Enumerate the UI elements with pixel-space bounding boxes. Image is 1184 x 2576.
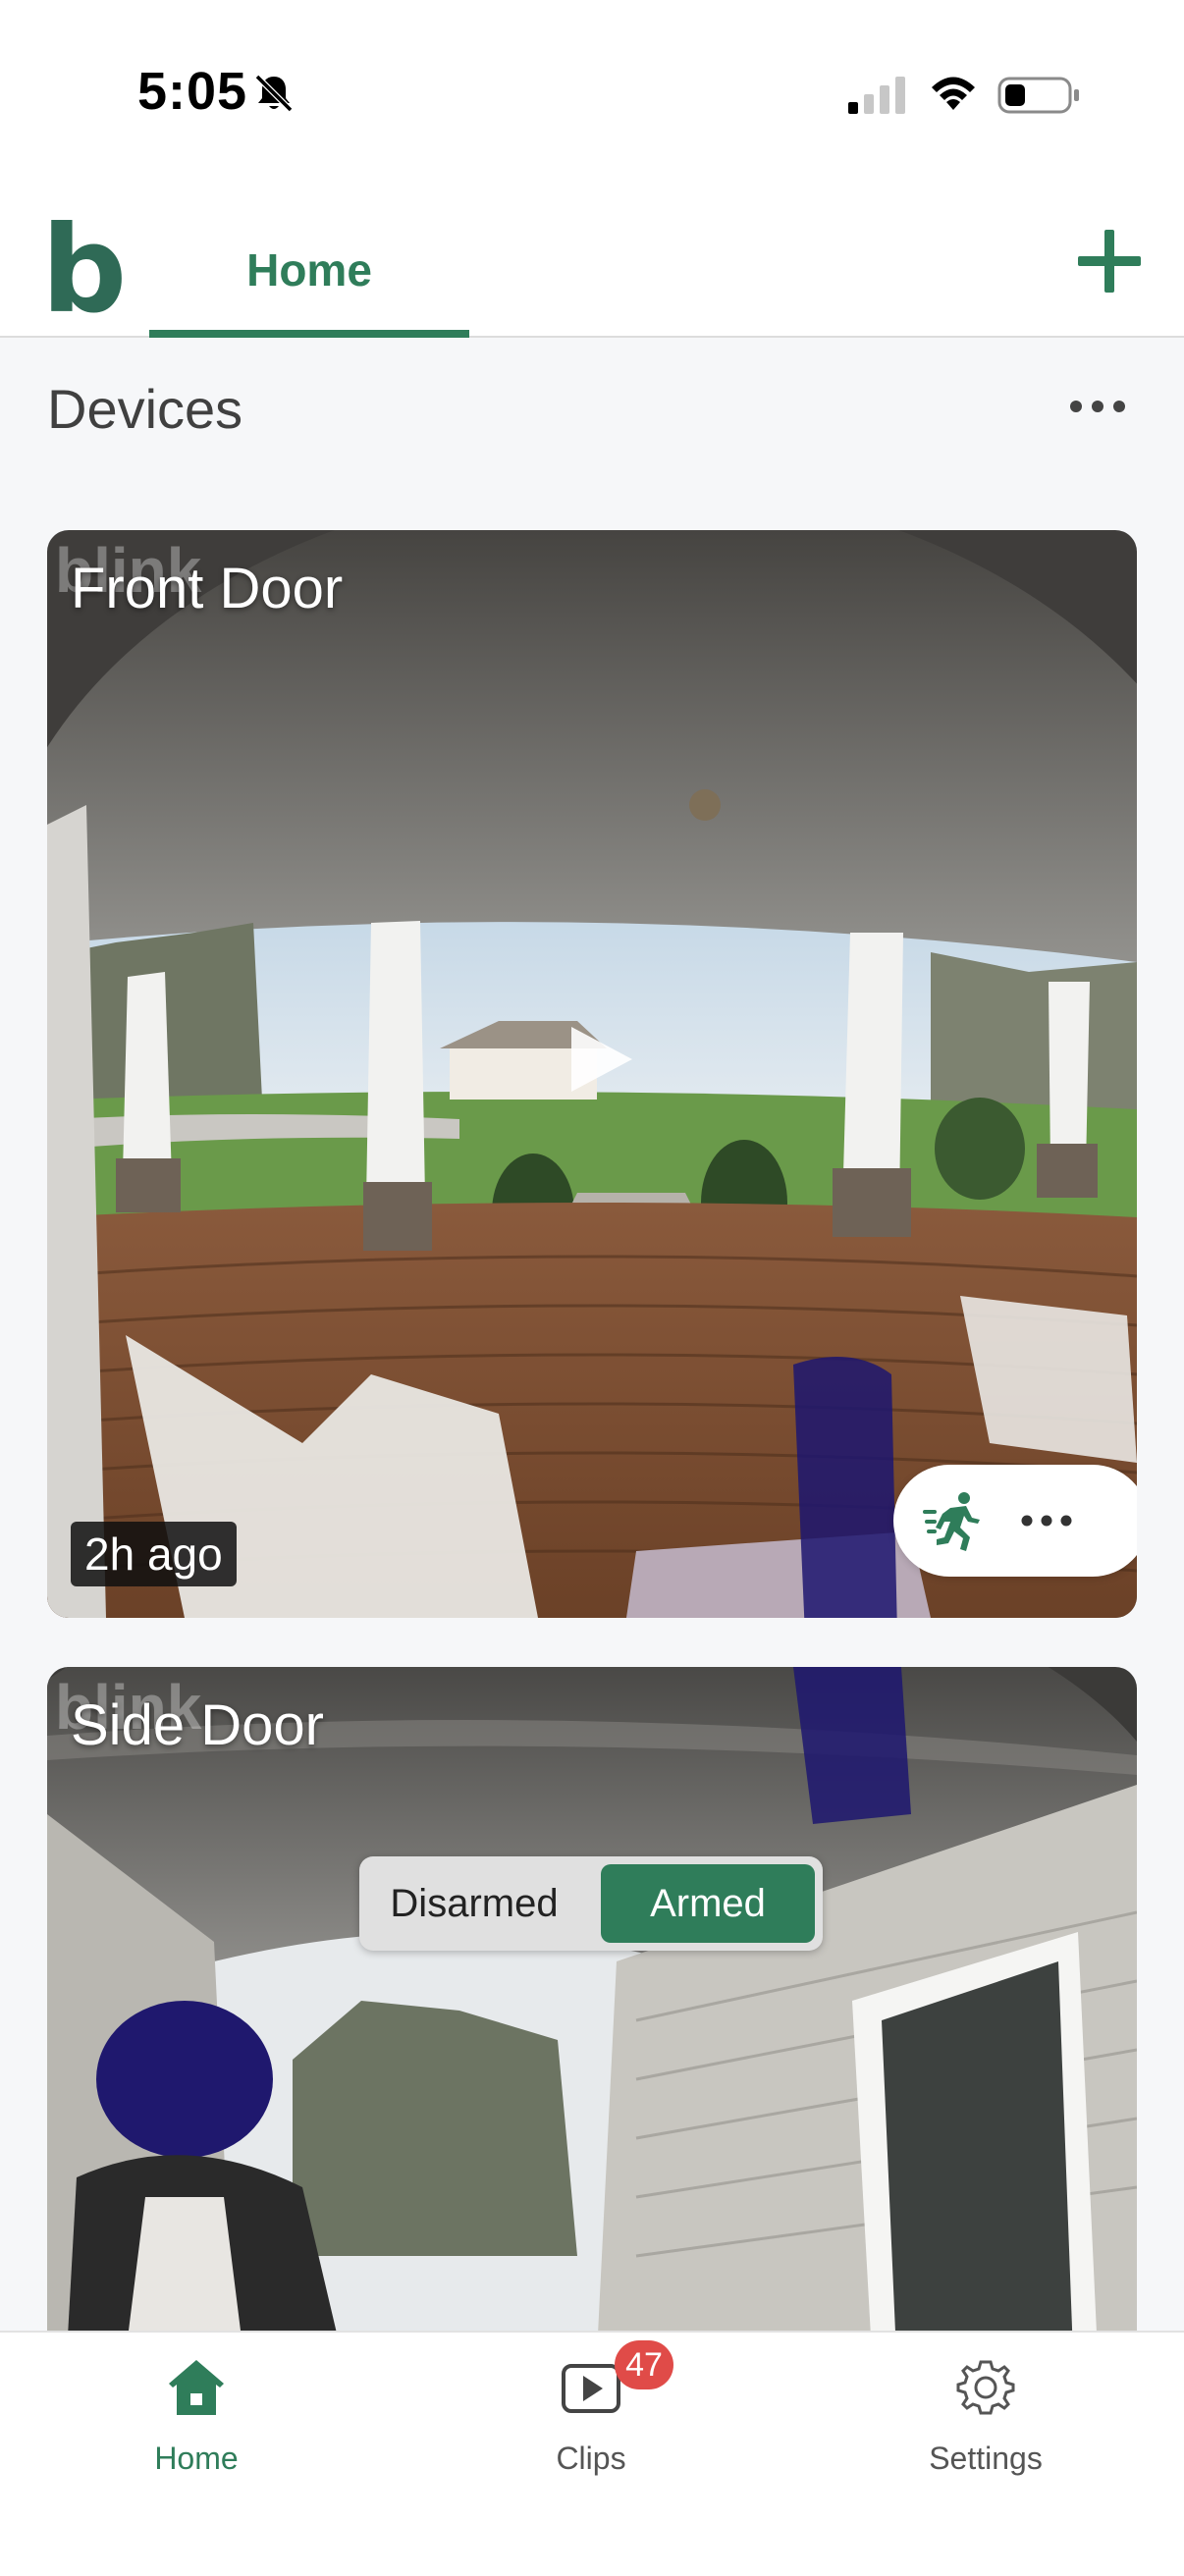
play-icon[interactable] <box>564 1023 636 1096</box>
camera-feed-side-door[interactable] <box>47 1667 1137 2331</box>
devices-content[interactable]: Devices blink Front Door 2h ago blink Si… <box>0 338 1184 2331</box>
gear-icon <box>956 2360 1015 2415</box>
camera-name-front-door: Front Door <box>71 557 344 620</box>
plus-icon <box>1078 230 1141 293</box>
status-time: 5:05 <box>137 62 248 121</box>
signal-icon <box>848 77 905 114</box>
arm-button[interactable]: Armed <box>601 1864 815 1943</box>
nav-label-home: Home <box>154 2441 239 2476</box>
arm-toggle: Disarmed Armed <box>359 1856 823 1951</box>
brand-logo: b <box>41 200 128 340</box>
tab-home-label: Home <box>246 244 372 295</box>
ellipsis-icon <box>1070 401 1125 412</box>
camera-card-front-door[interactable]: blink Front Door 2h ago <box>47 530 1137 1618</box>
motion-icon[interactable] <box>921 1488 986 1553</box>
wifi-icon <box>932 77 975 110</box>
nav-label-settings: Settings <box>929 2441 1043 2476</box>
nav-label-clips: Clips <box>556 2441 626 2476</box>
devices-more-button[interactable] <box>1068 395 1127 418</box>
last-event-badge: 2h ago <box>71 1522 237 1586</box>
camera-card-side-door[interactable]: blink Side Door <box>47 1667 1137 2331</box>
bell-off-icon <box>254 74 294 113</box>
status-bar: 5:05 <box>0 0 1184 196</box>
nav-item-home[interactable]: Home <box>0 2333 393 2576</box>
add-device-button[interactable] <box>1072 224 1147 298</box>
bottom-nav: Home 47 Clips Settings <box>0 2331 1184 2576</box>
disarm-button[interactable]: Disarmed <box>367 1864 581 1943</box>
camera-controls <box>893 1465 1137 1577</box>
app-header: b Home <box>0 196 1184 338</box>
tab-home[interactable]: Home <box>149 196 469 338</box>
clips-count-badge: 47 <box>615 2340 673 2389</box>
tab-active-indicator <box>149 330 469 338</box>
devices-title: Devices <box>47 378 243 440</box>
camera-name-side-door: Side Door <box>71 1693 324 1757</box>
nav-item-clips[interactable]: 47 Clips <box>395 2333 787 2576</box>
camera-more-button[interactable] <box>1019 1510 1074 1531</box>
play-box-icon <box>562 2364 620 2413</box>
ellipsis-icon <box>1021 1515 1072 1527</box>
battery-icon <box>997 77 1079 114</box>
nav-item-settings[interactable]: Settings <box>789 2333 1182 2576</box>
home-icon <box>169 2360 224 2415</box>
